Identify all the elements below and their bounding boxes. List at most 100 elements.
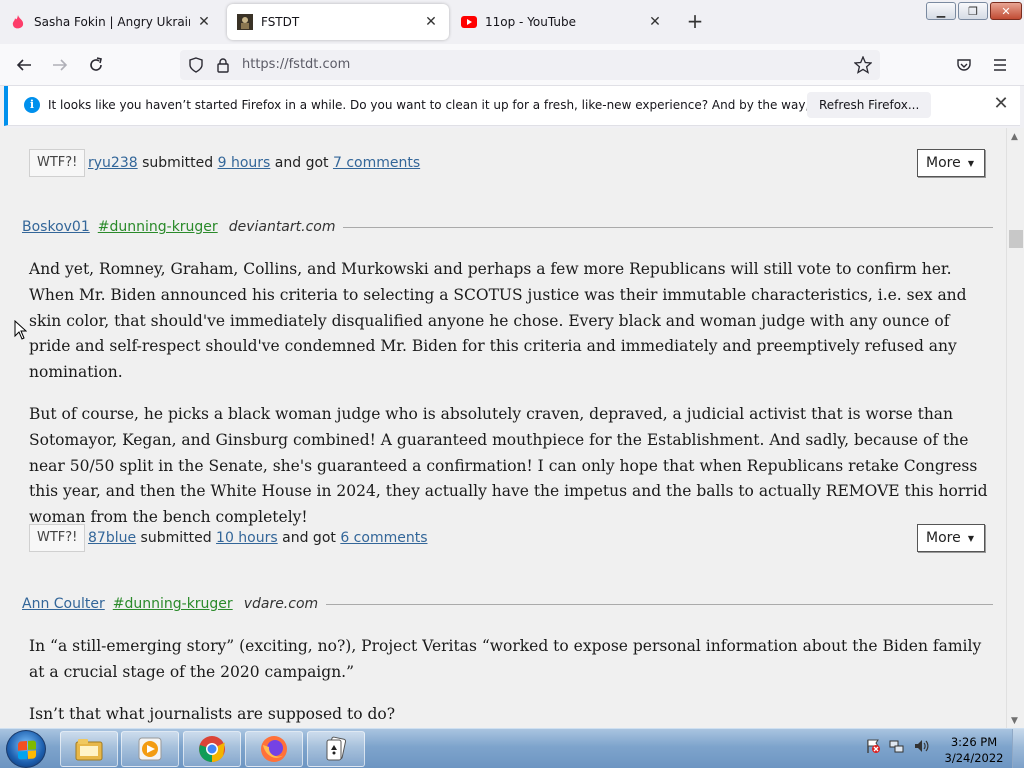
firefox-icon: [261, 736, 287, 762]
pocket-icon: [957, 59, 971, 71]
tab-label: Sasha Fokin | Angry Ukrainian K: [34, 15, 190, 29]
chrome-icon: [199, 736, 225, 763]
submitter-link[interactable]: ryu238: [88, 155, 138, 171]
taskbar-chrome[interactable]: [183, 731, 241, 767]
url-bar[interactable]: https://fstdt.com: [180, 50, 880, 80]
minimize-button[interactable]: ▁: [926, 2, 956, 20]
post-header: Ann Coulter #dunning-kruger vdare.com: [22, 594, 993, 614]
more-dropdown-button[interactable]: More ▼: [917, 524, 985, 552]
time-link[interactable]: 10 hours: [216, 530, 278, 546]
close-window-button[interactable]: ✕: [990, 2, 1022, 20]
comments-link[interactable]: 7 comments: [333, 155, 420, 171]
tab-youtube[interactable]: 11op - YouTube ✕: [451, 4, 673, 40]
taskbar-media-player[interactable]: [121, 731, 179, 767]
forward-button[interactable]: [49, 54, 71, 76]
solitaire-icon: [326, 736, 347, 761]
refresh-firefox-button[interactable]: Refresh Firefox...: [807, 92, 932, 118]
start-button[interactable]: [6, 730, 46, 768]
clock-time: 3:26 PM: [950, 735, 998, 749]
tab-fstdt[interactable]: FSTDT ✕: [227, 4, 449, 40]
close-tab-icon[interactable]: ✕: [423, 14, 439, 30]
post-meta-row: WTF?! 87blue submitted 10 hours and got …: [29, 524, 985, 554]
network-icon[interactable]: [888, 737, 906, 755]
comments-link[interactable]: 6 comments: [340, 530, 427, 546]
bookmark-star-icon[interactable]: [853, 55, 873, 78]
quote-author-link[interactable]: Boskov01: [22, 219, 90, 235]
mouse-cursor-icon: [14, 319, 28, 344]
tracking-shield-icon[interactable]: [188, 57, 204, 77]
wtf-vote-button[interactable]: WTF?!: [29, 524, 86, 552]
scroll-up-arrow-icon[interactable]: ▲: [1011, 132, 1018, 142]
caret-down-icon: ▼: [967, 159, 974, 168]
and-got-text: and got: [274, 155, 329, 171]
tab-label: FSTDT: [261, 15, 300, 29]
info-icon: i: [24, 97, 40, 113]
tab-label: 11op - YouTube: [485, 15, 576, 29]
quote-paragraph: In “a still-emerging story” (exciting, n…: [29, 637, 982, 681]
submitted-text: submitted: [140, 530, 212, 546]
post-header: Boskov01 #dunning-kruger deviantart.com: [22, 217, 993, 237]
close-tab-icon[interactable]: ✕: [196, 14, 212, 30]
tab-sasha-fokin[interactable]: Sasha Fokin | Angry Ukrainian K ✕: [0, 4, 222, 40]
quote-author-link[interactable]: Ann Coulter: [22, 596, 105, 612]
system-clock[interactable]: 3:26 PM 3/24/2022: [944, 734, 1004, 766]
show-desktop-button[interactable]: [1012, 729, 1024, 768]
caret-down-icon: ▼: [967, 534, 974, 543]
notification-message: It looks like you haven’t started Firefo…: [48, 98, 904, 112]
more-label: More: [926, 155, 961, 171]
pocket-button[interactable]: [953, 54, 975, 76]
volume-icon[interactable]: [912, 737, 930, 755]
new-tab-button[interactable]: +: [684, 10, 706, 32]
scrollbar-thumb[interactable]: [1009, 230, 1023, 248]
header-divider: [326, 603, 993, 605]
tinder-flame-icon: [10, 14, 26, 30]
media-player-icon: [138, 737, 162, 761]
system-tray: [864, 737, 930, 755]
page-content: WTF?! ryu238 submitted 9 hours and got 7…: [0, 128, 1006, 728]
tab-strip: Sasha Fokin | Angry Ukrainian K ✕ FSTDT …: [0, 0, 1024, 44]
vertical-scrollbar[interactable]: ▲ ▼: [1006, 128, 1024, 728]
more-dropdown-button[interactable]: More ▼: [917, 149, 985, 177]
clock-date: 3/24/2022: [944, 751, 1004, 765]
reload-icon: [90, 57, 102, 71]
file-explorer-icon: [75, 739, 103, 761]
close-tab-icon[interactable]: ✕: [647, 14, 663, 30]
tag-link[interactable]: #dunning-kruger: [113, 596, 233, 612]
post-meta-row: WTF?! ryu238 submitted 9 hours and got 7…: [29, 149, 985, 179]
app-menu-button[interactable]: [989, 54, 1011, 76]
submission-info: ryu238 submitted 9 hours and got 7 comme…: [88, 155, 420, 171]
taskbar-file-explorer[interactable]: [60, 731, 118, 767]
back-arrow-icon: [16, 59, 31, 71]
submission-info: 87blue submitted 10 hours and got 6 comm…: [88, 530, 428, 546]
windows-logo-icon: [18, 740, 36, 760]
submitter-link[interactable]: 87blue: [88, 530, 136, 546]
scroll-down-arrow-icon[interactable]: ▼: [1011, 716, 1018, 726]
quote-paragraph: But of course, he picks a black woman ju…: [29, 405, 988, 527]
quote-paragraph: And yet, Romney, Graham, Collins, and Mu…: [29, 260, 967, 382]
header-divider: [343, 226, 993, 228]
maximize-button[interactable]: ❐: [958, 2, 988, 20]
tag-link[interactable]: #dunning-kruger: [98, 219, 218, 235]
youtube-icon: [461, 14, 477, 30]
action-center-flag-icon[interactable]: [864, 737, 882, 755]
lock-icon[interactable]: [216, 57, 230, 77]
taskbar-firefox[interactable]: [245, 731, 303, 767]
url-text[interactable]: https://fstdt.com: [242, 57, 350, 72]
quote-source: vdare.com: [243, 596, 319, 612]
more-label: More: [926, 530, 961, 546]
reload-button[interactable]: [85, 54, 107, 76]
navigation-toolbar: https://fstdt.com: [0, 44, 1024, 86]
hamburger-menu-icon: [994, 59, 1006, 71]
back-button[interactable]: [13, 54, 35, 76]
submitted-text: submitted: [142, 155, 214, 171]
time-link[interactable]: 9 hours: [218, 155, 271, 171]
window-controls: ▁ ❐ ✕: [926, 2, 1022, 20]
fstdt-icon: [237, 14, 253, 30]
wtf-vote-button[interactable]: WTF?!: [29, 149, 86, 177]
quote-source: deviantart.com: [228, 219, 336, 235]
refresh-firefox-notification: i It looks like you haven’t started Fire…: [4, 86, 1020, 126]
close-notification-icon[interactable]: ✕: [992, 95, 1010, 113]
windows-taskbar: 3:26 PM 3/24/2022: [0, 728, 1024, 768]
forward-arrow-icon: [53, 59, 68, 71]
taskbar-solitaire[interactable]: [307, 731, 365, 767]
